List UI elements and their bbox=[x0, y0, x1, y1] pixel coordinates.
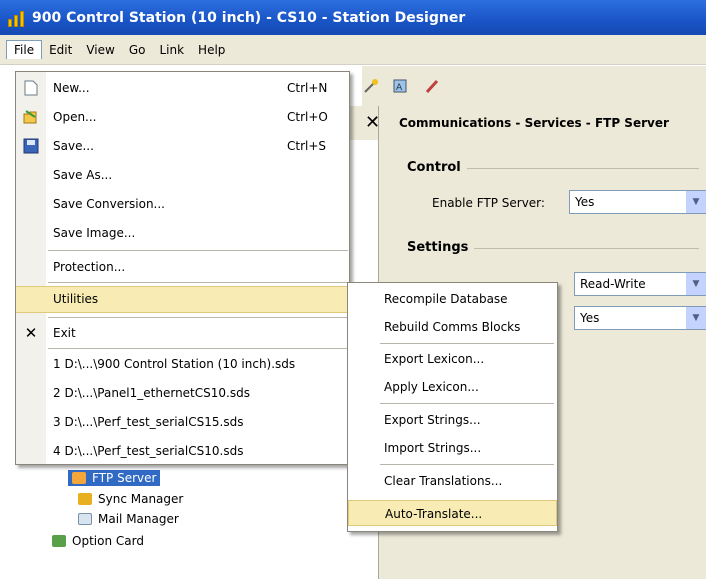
title-bar: 900 Control Station (10 inch) - CS10 - S… bbox=[0, 0, 706, 35]
menu-protection[interactable]: Protection... bbox=[16, 255, 349, 280]
svg-text:A: A bbox=[396, 83, 403, 93]
exit-x-icon: ✕ bbox=[24, 324, 38, 342]
menu-exit[interactable]: ✕ Exit bbox=[16, 321, 349, 346]
menu-edit[interactable]: Edit bbox=[42, 41, 79, 59]
new-file-icon bbox=[23, 80, 39, 96]
select-value: Yes bbox=[580, 311, 600, 325]
menu-apply-lexicon[interactable]: Apply Lexicon... bbox=[348, 374, 557, 400]
tree-item-mail-manager[interactable]: Mail Manager bbox=[78, 512, 179, 526]
option-card-icon bbox=[52, 535, 66, 547]
tree-item-ftp-server[interactable]: FTP Server bbox=[68, 470, 161, 486]
menu-save-conversion[interactable]: Save Conversion... bbox=[16, 192, 349, 217]
tree-item-sync-manager[interactable]: Sync Manager bbox=[78, 492, 183, 506]
open-folder-icon bbox=[23, 109, 39, 125]
menu-open[interactable]: Open... Ctrl+O bbox=[16, 105, 349, 130]
setting-select[interactable]: Yes ▼ bbox=[574, 306, 706, 330]
select-value: Read-Write bbox=[580, 277, 646, 291]
menu-save-image[interactable]: Save Image... bbox=[16, 221, 349, 246]
menu-new[interactable]: New... Ctrl+N bbox=[16, 76, 349, 101]
menu-bar: File Edit View Go Link Help bbox=[0, 35, 706, 65]
menu-help[interactable]: Help bbox=[191, 41, 232, 59]
save-disk-icon bbox=[23, 138, 39, 154]
menu-recent-4[interactable]: 4 D:\...\Perf_test_serialCS10.sds bbox=[16, 439, 349, 464]
utilities-submenu: Recompile Database Rebuild Comms Blocks … bbox=[347, 282, 558, 532]
ftp-server-icon bbox=[72, 472, 86, 484]
menu-rebuild-comms-blocks[interactable]: Rebuild Comms Blocks bbox=[348, 314, 557, 340]
menu-separator bbox=[48, 317, 348, 318]
lexicon-icon[interactable]: A bbox=[392, 77, 410, 95]
menu-utilities[interactable]: Utilities bbox=[16, 286, 349, 313]
menu-separator bbox=[380, 403, 554, 404]
access-mode-select[interactable]: Read-Write ▼ bbox=[574, 272, 706, 296]
station-designer-icon bbox=[8, 9, 26, 27]
enable-ftp-select[interactable]: Yes ▼ bbox=[569, 190, 706, 214]
menu-link[interactable]: Link bbox=[152, 41, 191, 59]
menu-go[interactable]: Go bbox=[122, 41, 153, 59]
menu-separator bbox=[380, 343, 554, 344]
settings-group-label: Settings bbox=[407, 240, 475, 255]
menu-separator bbox=[48, 250, 348, 251]
mail-manager-icon bbox=[78, 513, 92, 525]
enable-ftp-label: Enable FTP Server: bbox=[432, 196, 545, 210]
menu-save-as[interactable]: Save As... bbox=[16, 163, 349, 188]
menu-clear-translations[interactable]: Clear Translations... bbox=[348, 468, 557, 494]
menu-separator bbox=[380, 464, 554, 465]
menu-recent-2[interactable]: 2 D:\...\Panel1_ethernetCS10.sds bbox=[16, 381, 349, 406]
chevron-down-icon[interactable]: ▼ bbox=[686, 307, 706, 329]
tree-item-label: Sync Manager bbox=[98, 492, 184, 506]
toolbar: A bbox=[348, 66, 706, 106]
chevron-down-icon[interactable]: ▼ bbox=[686, 273, 706, 295]
sync-manager-icon bbox=[78, 493, 92, 505]
menu-separator bbox=[48, 282, 348, 283]
menu-export-lexicon[interactable]: Export Lexicon... bbox=[348, 346, 557, 372]
window-title: 900 Control Station (10 inch) - CS10 - S… bbox=[32, 9, 466, 26]
control-group-label: Control bbox=[407, 160, 467, 175]
pen-icon[interactable] bbox=[424, 77, 442, 95]
tree-item-option-card[interactable]: Option Card bbox=[52, 534, 144, 548]
menu-file[interactable]: File bbox=[6, 40, 43, 59]
chevron-down-icon[interactable]: ▼ bbox=[686, 191, 706, 213]
wand-icon[interactable] bbox=[362, 77, 380, 95]
tree-item-label: Mail Manager bbox=[98, 512, 179, 526]
file-menu: New... Ctrl+N Open... Ctrl+O Save... Ctr… bbox=[15, 71, 350, 465]
menu-separator bbox=[48, 348, 348, 349]
menu-save[interactable]: Save... Ctrl+S bbox=[16, 134, 349, 159]
menu-import-strings[interactable]: Import Strings... bbox=[348, 435, 557, 461]
tree-item-label: FTP Server bbox=[92, 471, 157, 485]
select-value: Yes bbox=[575, 195, 595, 209]
menu-recent-3[interactable]: 3 D:\...\Perf_test_serialCS15.sds bbox=[16, 410, 349, 435]
menu-recent-1[interactable]: 1 D:\...\900 Control Station (10 inch).s… bbox=[16, 352, 349, 377]
panel-title: Communications - Services - FTP Server bbox=[399, 116, 669, 130]
menu-export-strings[interactable]: Export Strings... bbox=[348, 407, 557, 433]
tree-item-label: Option Card bbox=[72, 534, 144, 548]
menu-recompile-database[interactable]: Recompile Database bbox=[348, 286, 557, 312]
menu-auto-translate[interactable]: Auto-Translate... bbox=[348, 500, 557, 526]
menu-view[interactable]: View bbox=[79, 41, 121, 59]
